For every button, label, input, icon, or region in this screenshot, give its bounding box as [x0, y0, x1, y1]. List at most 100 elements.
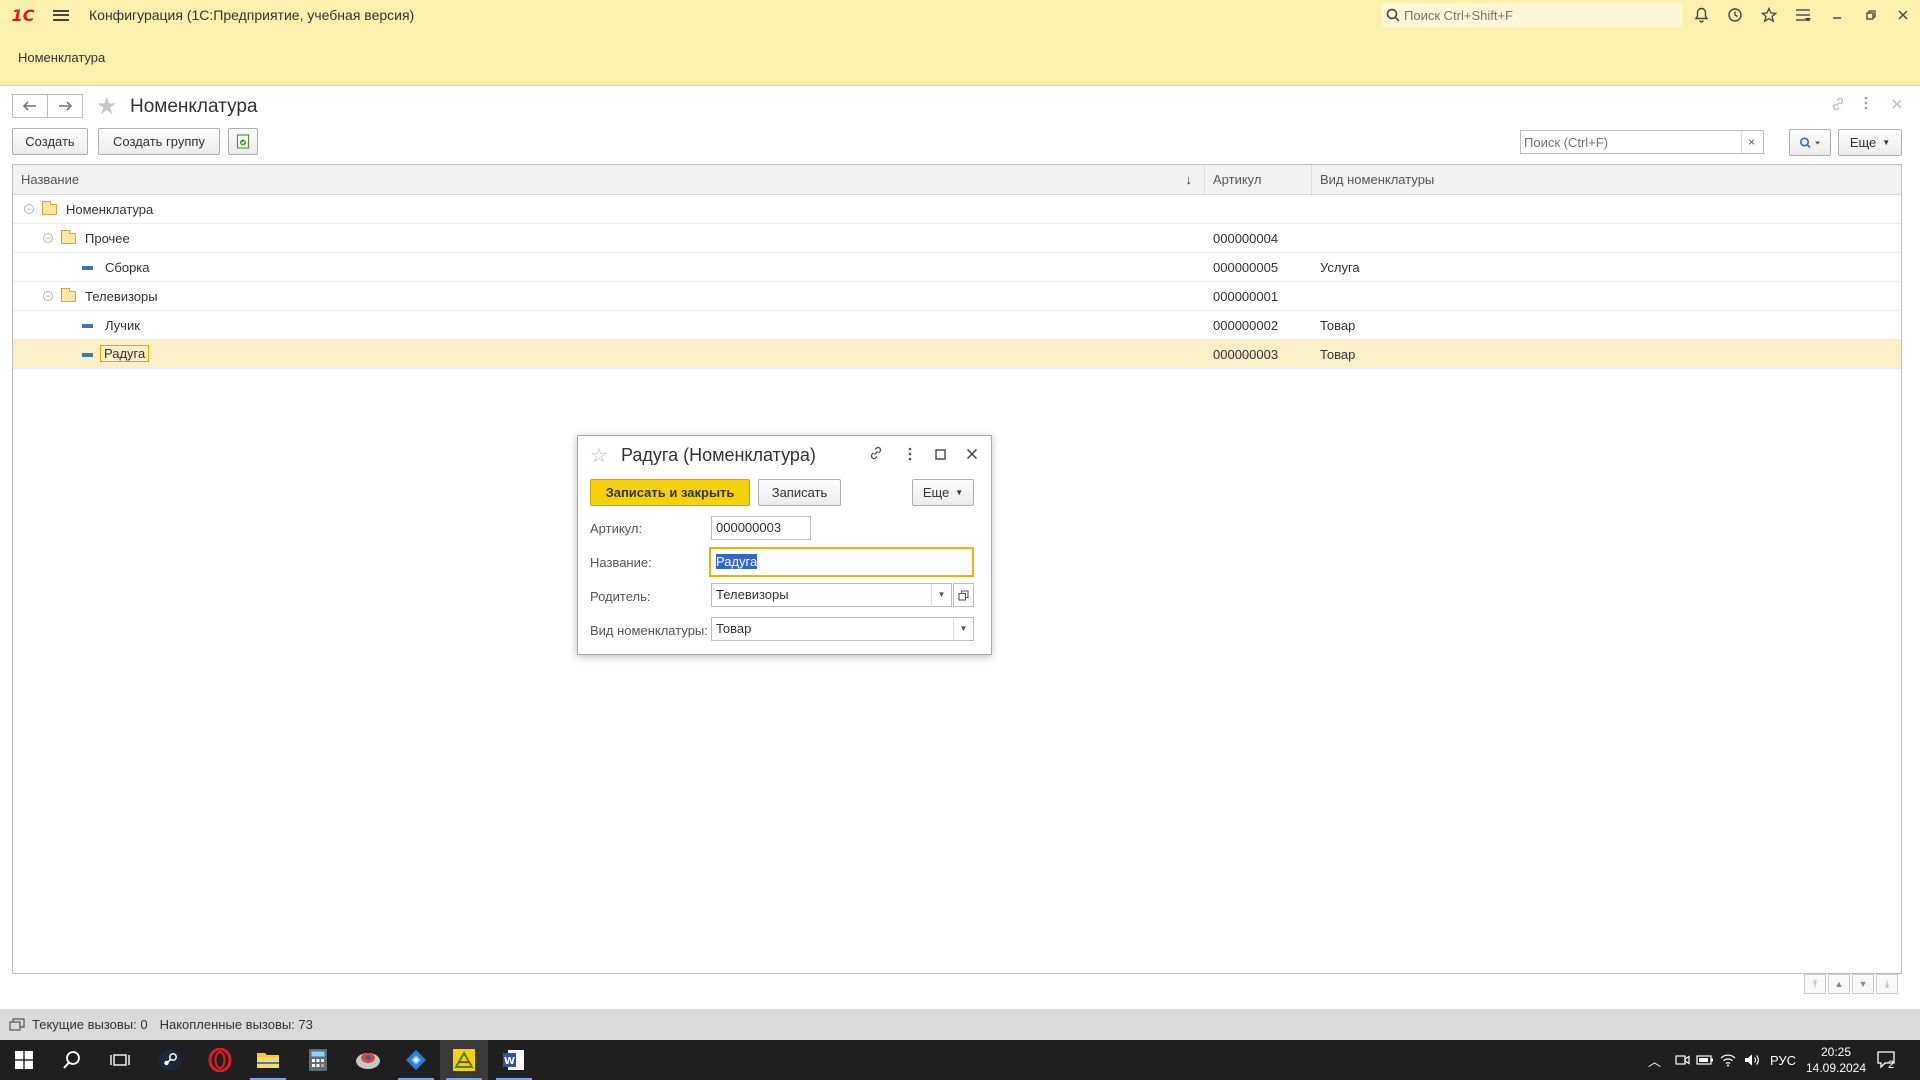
- column-kind-label: Вид номенклатуры: [1320, 172, 1435, 187]
- create-button[interactable]: Создать: [12, 128, 88, 155]
- list-search[interactable]: ×: [1520, 130, 1764, 154]
- parent-field-value: Телевизоры: [716, 587, 789, 602]
- link-icon[interactable]: [868, 445, 884, 465]
- file-explorer-icon[interactable]: [244, 1040, 292, 1080]
- windows-start-icon[interactable]: [0, 1040, 48, 1080]
- search-icon[interactable]: [48, 1040, 96, 1080]
- global-search-input[interactable]: [1404, 7, 1674, 23]
- global-search[interactable]: [1382, 3, 1682, 27]
- more-button[interactable]: Еще ▼: [1838, 129, 1902, 156]
- article-field[interactable]: 000000003: [711, 516, 811, 540]
- kind-field-value: Товар: [716, 621, 752, 636]
- clear-search-icon[interactable]: ×: [1741, 131, 1761, 153]
- tray-meet-icon[interactable]: [1674, 1040, 1690, 1080]
- game-app-icon[interactable]: [344, 1040, 392, 1080]
- section-link-nomenclature[interactable]: Номенклатура: [18, 50, 105, 65]
- table-row[interactable]: − Прочее 000000004: [13, 224, 1901, 253]
- notifications-icon[interactable]: 2: [1876, 1040, 1895, 1080]
- form-header: ★ Номенклатура: [12, 92, 1902, 122]
- selected-cell[interactable]: Радуга: [99, 345, 150, 362]
- collapse-icon[interactable]: −: [24, 204, 34, 214]
- dialog-more-button[interactable]: Еще ▼: [912, 479, 974, 506]
- more-vertical-icon[interactable]: [908, 447, 912, 465]
- scroll-bottom-icon[interactable]: ⤓: [1876, 974, 1898, 994]
- column-header-article[interactable]: Артикул: [1205, 165, 1312, 195]
- clock[interactable]: 20:25 14.09.2024: [1806, 1040, 1866, 1080]
- favorite-star-icon[interactable]: ☆: [590, 443, 608, 468]
- row-article: 000000001: [1213, 289, 1279, 304]
- link-icon[interactable]: [1830, 96, 1846, 116]
- close-icon[interactable]: [1888, 0, 1918, 30]
- folder-icon: [61, 230, 76, 244]
- parent-field[interactable]: Телевизоры ▼: [711, 583, 952, 607]
- column-header-kind[interactable]: Вид номенклатуры: [1312, 165, 1901, 195]
- calculator-icon[interactable]: [294, 1040, 342, 1080]
- scroll-top-icon[interactable]: ⤒: [1804, 974, 1826, 994]
- tray-chevron-up-icon[interactable]: ︿: [1648, 1040, 1661, 1080]
- save-and-close-button[interactable]: Записать и закрыть: [590, 479, 750, 506]
- status-bar: Текущие вызовы: 0 Накопленные вызовы: 73: [0, 1009, 1920, 1040]
- language-indicator[interactable]: РУС: [1770, 1040, 1796, 1080]
- task-view-icon[interactable]: [96, 1040, 144, 1080]
- app-title: Конфигурация (1С:Предприятие, учебная ве…: [89, 7, 415, 23]
- parent-dropdown-icon[interactable]: ▼: [931, 584, 951, 606]
- collapse-icon[interactable]: −: [43, 291, 53, 301]
- name-field[interactable]: Радуга: [709, 547, 974, 577]
- row-kind: Товар: [1320, 318, 1356, 333]
- kind-dropdown-icon[interactable]: ▼: [953, 618, 973, 640]
- current-calls: Текущие вызовы: 0: [32, 1017, 148, 1032]
- collapse-icon[interactable]: −: [43, 233, 53, 243]
- table-row[interactable]: Лучик 000000002 Товар: [13, 311, 1901, 340]
- form-close-icon[interactable]: [1892, 96, 1902, 113]
- settings-menu-icon[interactable]: [1788, 0, 1818, 30]
- clock-date: 14.09.2024: [1805, 1061, 1867, 1075]
- menu-icon[interactable]: [46, 0, 76, 30]
- wifi-icon[interactable]: [1720, 1040, 1736, 1080]
- row-name: Лучик: [105, 318, 140, 333]
- list-search-input[interactable]: [1521, 134, 1741, 150]
- sort-indicator-icon: ↓: [1185, 172, 1193, 187]
- opera-icon[interactable]: [196, 1040, 244, 1080]
- more-vertical-icon[interactable]: [1864, 96, 1868, 114]
- row-article: 000000003: [1213, 347, 1279, 362]
- excel-export-icon[interactable]: [228, 128, 258, 155]
- dialog-close-icon[interactable]: [966, 447, 978, 464]
- table-header: Название ↓ Артикул Вид номенклатуры: [13, 165, 1901, 195]
- word-icon[interactable]: W: [490, 1040, 538, 1080]
- 1c-enterprise-icon[interactable]: [440, 1040, 488, 1080]
- scroll-down-icon[interactable]: ▼: [1852, 974, 1874, 994]
- table-row[interactable]: Сборка 000000005 Услуга: [13, 253, 1901, 282]
- row-article: 000000005: [1213, 260, 1279, 275]
- row-name: Радуга: [99, 344, 150, 364]
- create-group-button[interactable]: Создать группу: [98, 128, 220, 155]
- steam-icon[interactable]: [146, 1040, 194, 1080]
- forward-button[interactable]: [47, 94, 83, 118]
- restore-icon[interactable]: [1856, 0, 1886, 30]
- calls-icon[interactable]: [8, 1017, 26, 1033]
- maximize-icon[interactable]: [935, 447, 946, 464]
- table-row[interactable]: − Телевизоры 000000001: [13, 282, 1901, 311]
- row-name: Прочее: [85, 231, 130, 246]
- column-header-name[interactable]: Название ↓: [13, 165, 1205, 195]
- dialog-more-label: Еще: [922, 485, 950, 500]
- network-app-icon[interactable]: [392, 1040, 440, 1080]
- back-button[interactable]: [12, 94, 48, 118]
- battery-icon[interactable]: [1696, 1040, 1714, 1080]
- clock-time: 20:25: [1820, 1045, 1852, 1059]
- minimize-icon[interactable]: [1822, 0, 1852, 30]
- volume-icon[interactable]: [1744, 1040, 1760, 1080]
- scroll-up-icon[interactable]: ▲: [1828, 974, 1850, 994]
- history-icon[interactable]: [1720, 0, 1750, 30]
- 1c-logo: 1С: [11, 5, 35, 25]
- open-parent-icon[interactable]: [953, 583, 974, 607]
- table-row-selected[interactable]: Радуга 000000003 Товар: [13, 340, 1901, 369]
- row-kind: Услуга: [1320, 260, 1360, 275]
- kind-field[interactable]: Товар ▼: [711, 617, 974, 641]
- table-row[interactable]: − Номенклатура: [13, 195, 1901, 224]
- favorite-star-icon[interactable]: ★: [96, 92, 118, 121]
- row-name: Телевизоры: [85, 289, 158, 304]
- save-button[interactable]: Записать: [758, 479, 841, 506]
- bell-icon[interactable]: [1686, 0, 1716, 30]
- favorites-star-icon[interactable]: [1754, 0, 1784, 30]
- search-button[interactable]: [1789, 129, 1831, 156]
